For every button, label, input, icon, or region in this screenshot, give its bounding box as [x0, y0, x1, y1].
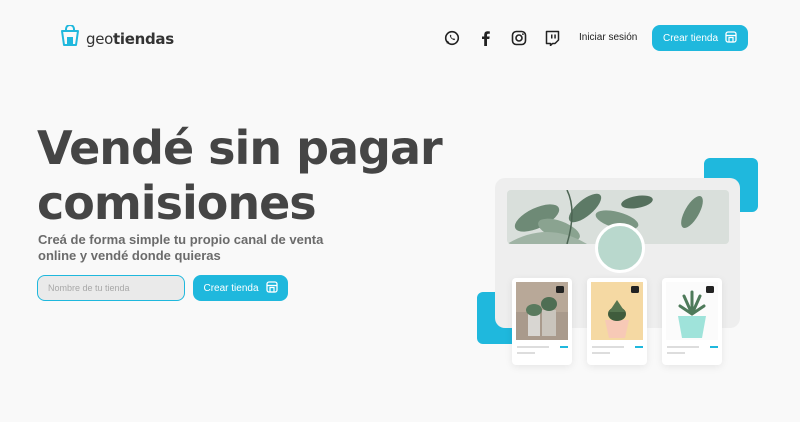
hero-subtitle: Creá de forma simple tu propio canal de … — [38, 232, 324, 263]
hero-title-line-1: Vendé sin pagar — [37, 121, 443, 175]
product-card — [512, 278, 572, 365]
hero-create-store-button[interactable]: Crear tienda — [193, 275, 288, 301]
store-mockup-illustration — [477, 158, 759, 368]
whatsapp-icon[interactable] — [443, 29, 461, 47]
store-icon — [725, 30, 737, 46]
twitch-icon[interactable] — [543, 29, 561, 47]
shopping-bag-icon — [60, 24, 80, 52]
store-avatar — [595, 223, 645, 273]
create-store-button[interactable]: Crear tienda — [652, 25, 748, 51]
hero-title-line-2: comisiones — [37, 176, 317, 230]
create-store-button-label: Crear tienda — [662, 32, 719, 44]
product-card — [662, 278, 722, 365]
brand-name: geotiendas — [86, 29, 174, 48]
facebook-icon[interactable] — [477, 29, 495, 47]
instagram-icon[interactable] — [510, 29, 528, 47]
hero-create-store-button-label: Crear tienda — [203, 282, 259, 294]
logo[interactable]: geotiendas — [60, 24, 174, 52]
product-card — [587, 278, 647, 365]
login-link[interactable]: Iniciar sesión — [579, 32, 637, 43]
store-name-input[interactable] — [37, 275, 185, 301]
hero-title: Vendé sin pagar comisiones — [37, 121, 443, 231]
store-icon — [265, 280, 278, 296]
